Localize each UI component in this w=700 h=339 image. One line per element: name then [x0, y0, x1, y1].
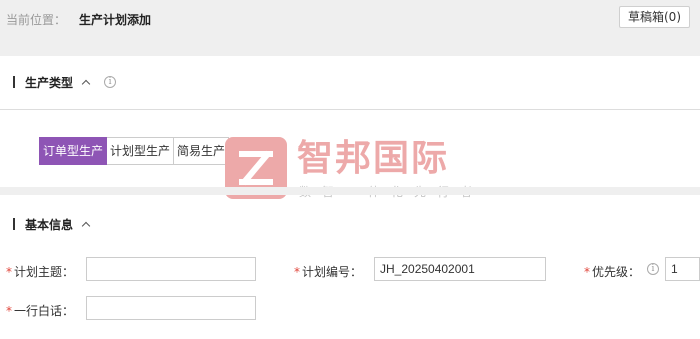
- plan-number-label: * 计划编号：: [294, 265, 363, 279]
- plan-subject-label: * 计划主题：: [6, 265, 75, 279]
- one-line-note-input[interactable]: [86, 296, 256, 320]
- divider: [0, 109, 700, 110]
- top-bar: 当前位置： 生产计划添加 草稿箱(0): [0, 0, 700, 56]
- drafts-button[interactable]: 草稿箱(0): [619, 6, 690, 28]
- tab-plan-production[interactable]: 计划型生产: [107, 137, 175, 165]
- page-title: 生产计划添加: [79, 13, 152, 27]
- section-bar: [13, 218, 15, 230]
- one-line-note-label: * 一行白话：: [6, 304, 75, 318]
- priority-label: * 优先级：: [584, 265, 641, 279]
- breadcrumb-label: 当前位置：: [6, 13, 67, 27]
- section-bar: [13, 76, 15, 88]
- plan-number-input[interactable]: JH_20250402001: [374, 257, 546, 281]
- required-mark: *: [6, 265, 12, 279]
- info-icon[interactable]: i: [104, 76, 117, 88]
- chevron-up-icon[interactable]: [82, 220, 90, 228]
- required-mark: *: [584, 265, 590, 279]
- tab-simple-production[interactable]: 简易生产: [174, 137, 230, 165]
- chevron-up-icon[interactable]: [82, 78, 90, 86]
- section-header-basic-info[interactable]: 基本信息: [13, 216, 90, 232]
- production-type-tabs: 订单型生产 计划型生产 简易生产: [39, 137, 230, 165]
- watermark-title: 智邦国际: [297, 138, 450, 179]
- info-icon[interactable]: i: [647, 263, 659, 275]
- priority-input[interactable]: 1: [665, 257, 700, 281]
- required-mark: *: [294, 265, 300, 279]
- required-mark: *: [6, 304, 12, 318]
- plan-subject-input[interactable]: [86, 257, 256, 281]
- section-title: 生产类型: [25, 75, 74, 90]
- section-header-production-type[interactable]: 生产类型 i: [13, 74, 117, 90]
- section-separator: [0, 187, 700, 195]
- tab-order-production[interactable]: 订单型生产: [39, 137, 108, 165]
- section-title: 基本信息: [25, 217, 74, 232]
